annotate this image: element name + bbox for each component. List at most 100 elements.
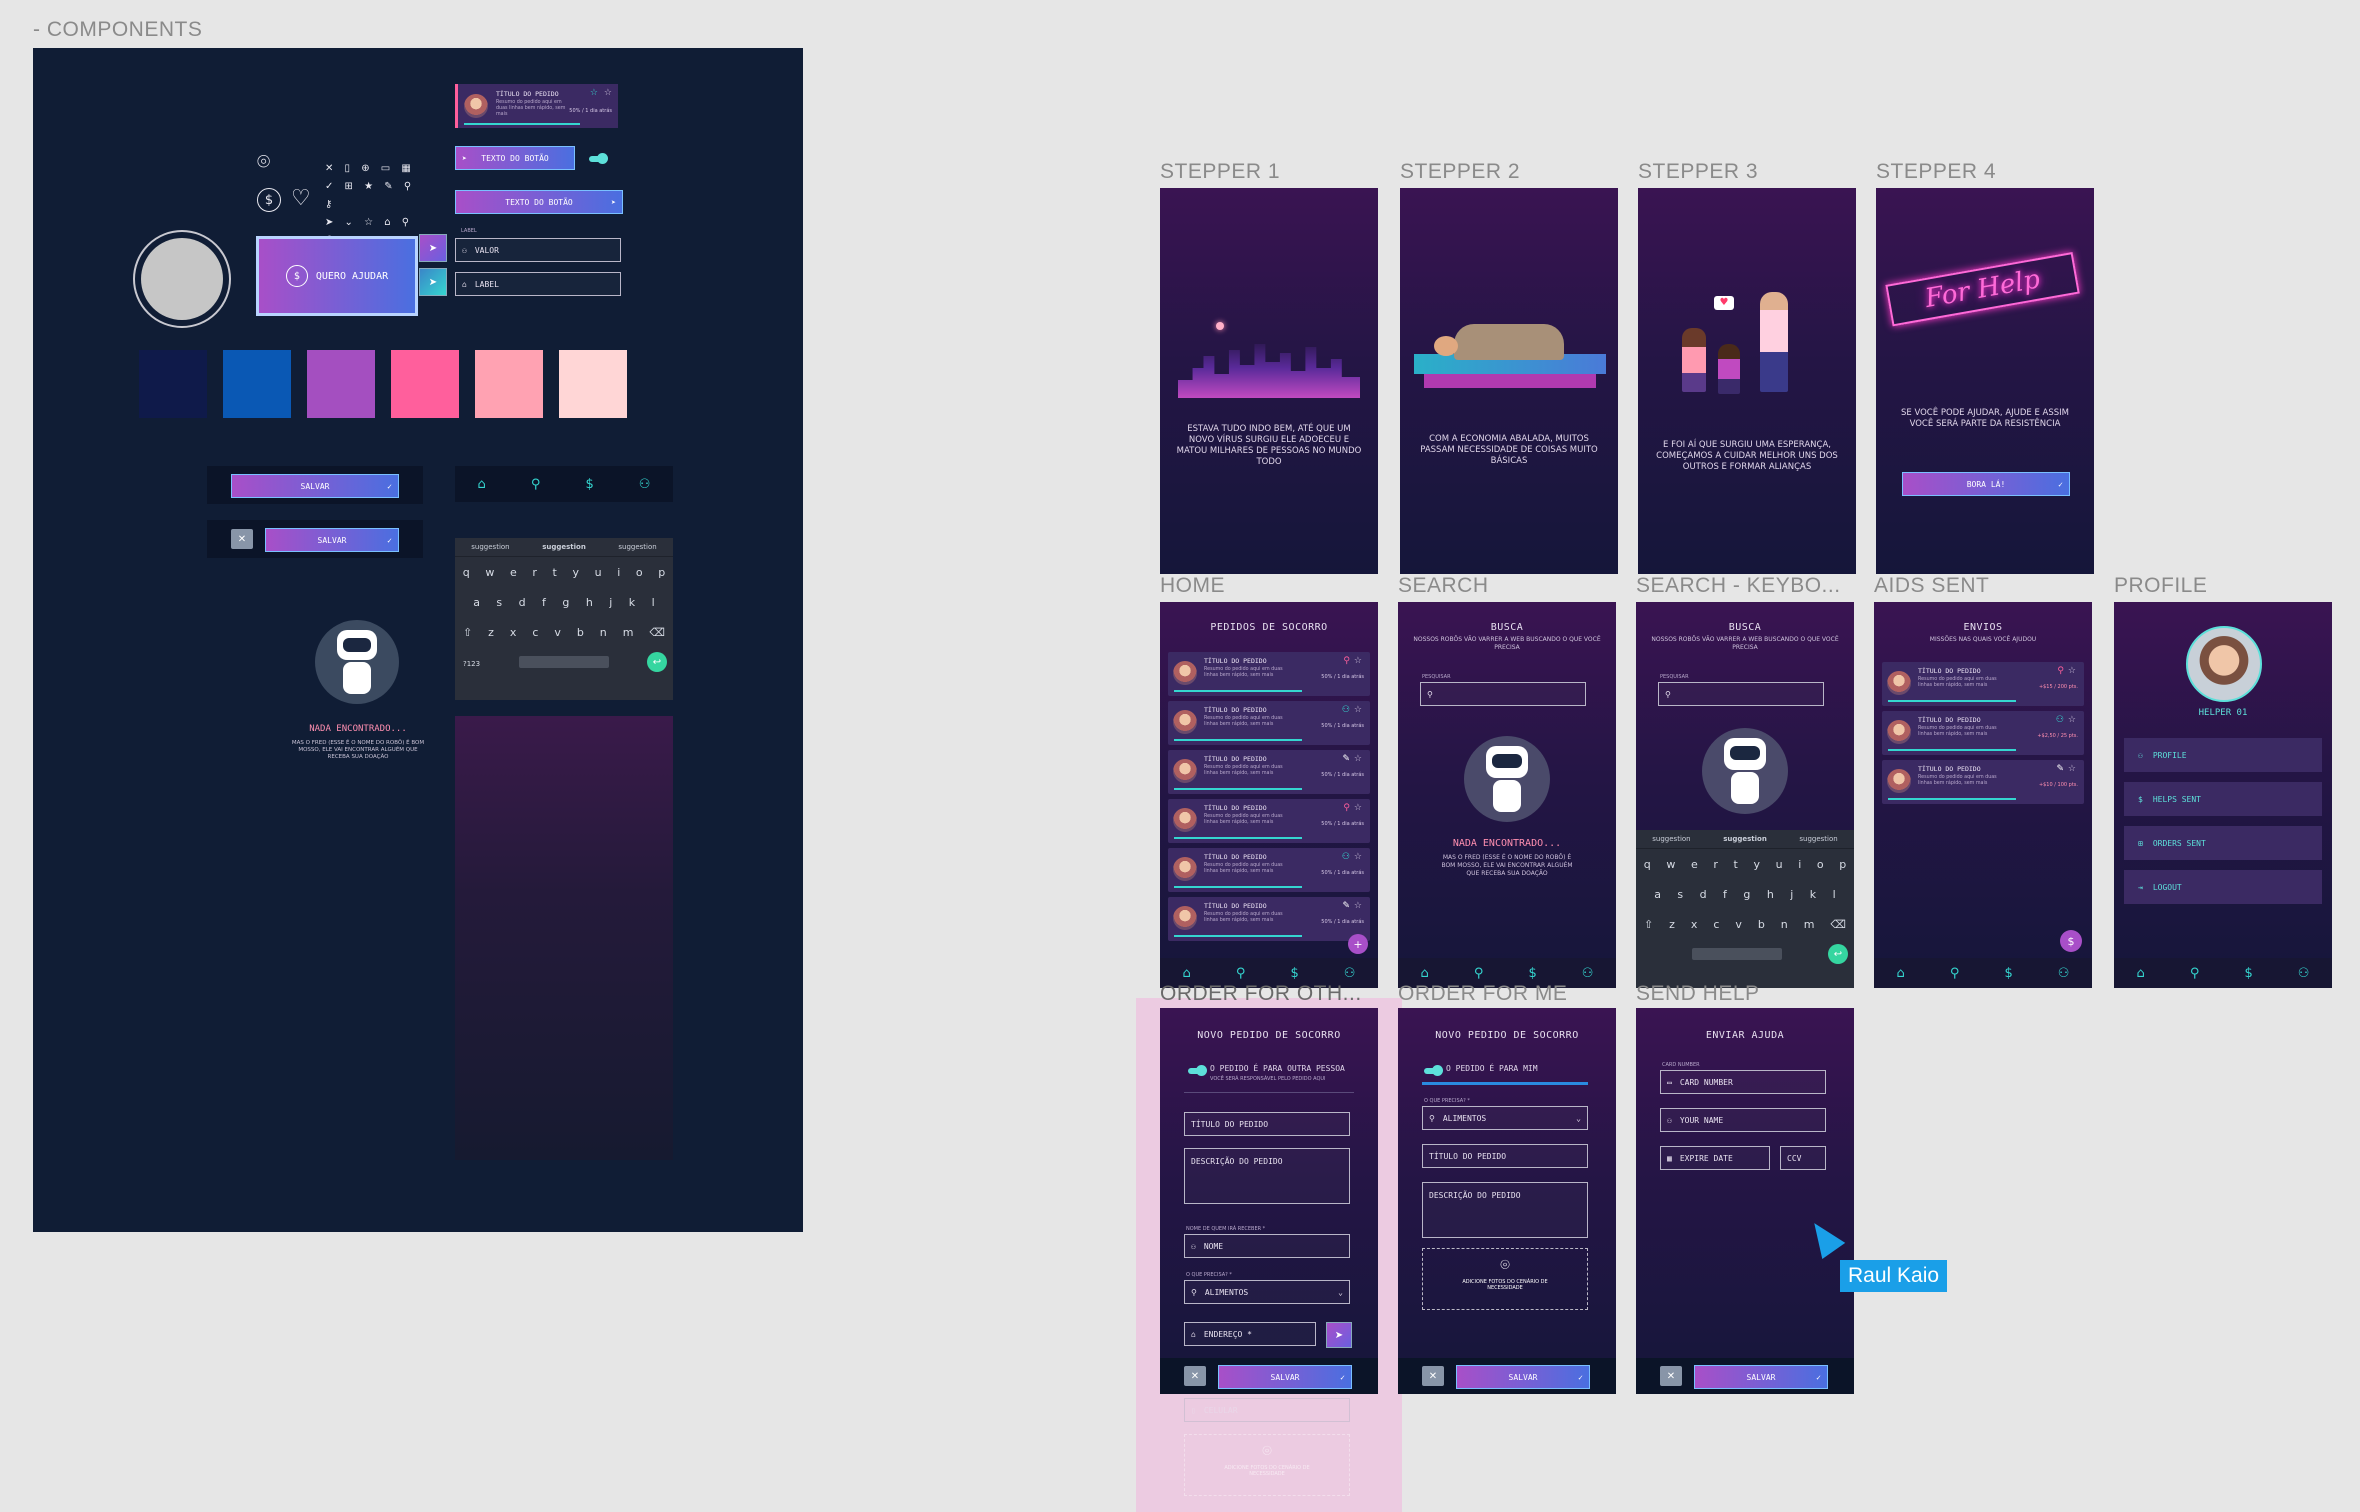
toggle-switch[interactable] <box>589 153 608 164</box>
cancel-button[interactable]: ✕ <box>1660 1366 1682 1386</box>
star-icon[interactable]: ☆ <box>1354 754 1362 764</box>
key-1[interactable]: w <box>485 566 494 579</box>
dollar-fab-button[interactable]: $ <box>2060 930 2082 952</box>
search-icon[interactable]: ⚲ <box>1236 966 1246 981</box>
suggestion-2[interactable]: suggestion <box>1723 835 1767 843</box>
search-icon[interactable]: ⚲ <box>1950 966 1960 981</box>
list-item[interactable]: TÍTULO DO PEDIDO Resumo do pedido aqui em… <box>1882 760 2084 804</box>
celular-input[interactable]: ▯ CELULAR <box>1184 1398 1350 1422</box>
key-6[interactable]: n <box>600 626 607 639</box>
key-9[interactable]: p <box>658 566 665 579</box>
star-icon[interactable]: ☆ <box>1354 656 1362 666</box>
user-icon[interactable]: ⚇ <box>2058 966 2070 981</box>
menu-orders-sent[interactable]: ⊞ ORDERS SENT <box>2124 826 2322 860</box>
card-number-input[interactable]: ▭ CARD NUMBER <box>1660 1070 1826 1094</box>
alimentos-select[interactable]: ⚲ ALIMENTOS ⌄ <box>1184 1280 1350 1304</box>
dollar-icon[interactable]: $ <box>585 477 593 492</box>
key-1[interactable]: w <box>1666 858 1675 871</box>
key-8[interactable]: l <box>1833 888 1836 901</box>
star-icon[interactable]: ☆ <box>1354 803 1362 813</box>
key-3[interactable]: r <box>532 566 537 579</box>
key-1[interactable]: s <box>496 596 502 609</box>
key-7[interactable]: m <box>1804 918 1815 931</box>
key-0[interactable]: ⇧ <box>1644 918 1653 931</box>
order-card-component[interactable]: TÍTULO DO PEDIDO Resumo do pedido aqui e… <box>455 84 618 128</box>
user-icon[interactable]: ⚇ <box>1344 966 1356 981</box>
key-7[interactable]: m <box>623 626 634 639</box>
enter-key[interactable]: ↩ <box>1828 944 1848 964</box>
home-icon[interactable]: ⌂ <box>1897 966 1905 981</box>
descricao-input[interactable]: DESCRIÇÃO DO PEDIDO <box>1422 1182 1588 1238</box>
search-input[interactable]: ⚲ <box>1658 682 1824 706</box>
nome-input[interactable]: ⚇ NOME <box>1184 1234 1350 1258</box>
key-5[interactable]: y <box>572 566 579 579</box>
star-icon[interactable]: ☆ <box>2068 666 2076 676</box>
table-row[interactable]: TÍTULO DO PEDIDO Resumo do pedido aqui em… <box>1168 750 1370 794</box>
list-item[interactable]: TÍTULO DO PEDIDO Resumo do pedido aqui em… <box>1882 711 2084 755</box>
table-row[interactable]: TÍTULO DO PEDIDO Resumo do pedido aqui em… <box>1168 652 1370 696</box>
key-8[interactable]: l <box>652 596 655 609</box>
add-order-button[interactable]: + <box>1348 934 1368 954</box>
send-button-teal[interactable]: ➤ <box>419 268 447 296</box>
send-button-purple[interactable]: ➤ <box>419 234 447 262</box>
key-0[interactable]: a <box>473 596 480 609</box>
key-8[interactable]: o <box>636 566 643 579</box>
titulo-input[interactable]: TÍTULO DO PEDIDO <box>1422 1144 1588 1168</box>
space-key[interactable] <box>1692 948 1782 960</box>
enter-key[interactable]: ↩ <box>647 652 667 672</box>
search-icon[interactable]: ⚲ <box>531 477 541 492</box>
key-9[interactable]: p <box>1839 858 1846 871</box>
key-4[interactable]: v <box>554 626 561 639</box>
key-0[interactable]: a <box>1654 888 1661 901</box>
menu-profile[interactable]: ⚇ PROFILE <box>2124 738 2322 772</box>
dollar-icon[interactable]: $ <box>1528 966 1536 981</box>
endereco-input[interactable]: ⌂ ENDEREÇO * <box>1184 1322 1316 1346</box>
star-icon[interactable]: ☆ <box>604 88 612 98</box>
key-1[interactable]: s <box>1677 888 1683 901</box>
cancel-button[interactable]: ✕ <box>1184 1366 1206 1386</box>
bora-la-button[interactable]: BORA LÁ! ✓ <box>1902 472 2070 496</box>
suggestion-1[interactable]: suggestion <box>471 543 509 551</box>
titulo-input[interactable]: TÍTULO DO PEDIDO <box>1184 1112 1350 1136</box>
key-3[interactable]: r <box>1713 858 1718 871</box>
star-icon[interactable]: ☆ <box>2068 715 2076 725</box>
search-input[interactable]: ⚲ <box>1420 682 1586 706</box>
home-icon[interactable]: ⌂ <box>478 477 486 492</box>
star-icon[interactable]: ☆ <box>2068 764 2076 774</box>
menu-helps-sent[interactable]: $ HELPS SENT <box>2124 782 2322 816</box>
key-7[interactable]: i <box>1798 858 1801 871</box>
key-2[interactable]: d <box>519 596 526 609</box>
user-icon[interactable]: ⚇ <box>1582 966 1594 981</box>
key-3[interactable]: c <box>1713 918 1719 931</box>
salvar-button[interactable]: SALVAR ✓ <box>231 474 399 498</box>
cancel-button[interactable]: ✕ <box>231 529 253 549</box>
user-icon[interactable]: ⚇ <box>2298 966 2310 981</box>
key-5[interactable]: b <box>1758 918 1765 931</box>
home-icon[interactable]: ⌂ <box>1183 966 1191 981</box>
profile-avatar[interactable] <box>2186 626 2262 702</box>
key-5[interactable]: b <box>577 626 584 639</box>
key-8[interactable]: ⌫ <box>649 626 665 639</box>
search-icon[interactable]: ⚲ <box>2190 966 2200 981</box>
suggestion-2[interactable]: suggestion <box>542 543 586 551</box>
fotos-upload-faded[interactable]: ⌾ ADICIONE FOTOS DO CENÁRIO DE NECESSIDA… <box>1184 1434 1350 1496</box>
key-6[interactable]: u <box>1776 858 1783 871</box>
expire-date-input[interactable]: ▦ EXPIRE DATE <box>1660 1146 1770 1170</box>
key-0[interactable]: ⇧ <box>463 626 472 639</box>
list-item[interactable]: TÍTULO DO PEDIDO Resumo do pedido aqui em… <box>1882 662 2084 706</box>
alimentos-select[interactable]: ⚲ ALIMENTOS ⌄ <box>1422 1106 1588 1130</box>
table-row[interactable]: TÍTULO DO PEDIDO Resumo do pedido aqui em… <box>1168 799 1370 843</box>
texto-botao-button-2[interactable]: TEXTO DO BOTÃO ➤ <box>455 190 623 214</box>
key-2[interactable]: e <box>510 566 517 579</box>
menu-logout[interactable]: ⇥ LOGOUT <box>2124 870 2322 904</box>
suggestion-3[interactable]: suggestion <box>1799 835 1837 843</box>
num-key[interactable]: ?123 <box>463 660 480 668</box>
descricao-input[interactable]: DESCRIÇÃO DO PEDIDO <box>1184 1148 1350 1204</box>
key-2[interactable]: x <box>510 626 517 639</box>
salvar-button[interactable]: SALVAR ✓ <box>1456 1365 1590 1389</box>
quero-ajudar-button[interactable]: $ QUERO AJUDAR <box>256 236 418 316</box>
key-6[interactable]: j <box>609 596 612 609</box>
dollar-icon[interactable]: $ <box>2244 966 2252 981</box>
key-2[interactable]: x <box>1691 918 1698 931</box>
space-key[interactable] <box>519 656 609 668</box>
